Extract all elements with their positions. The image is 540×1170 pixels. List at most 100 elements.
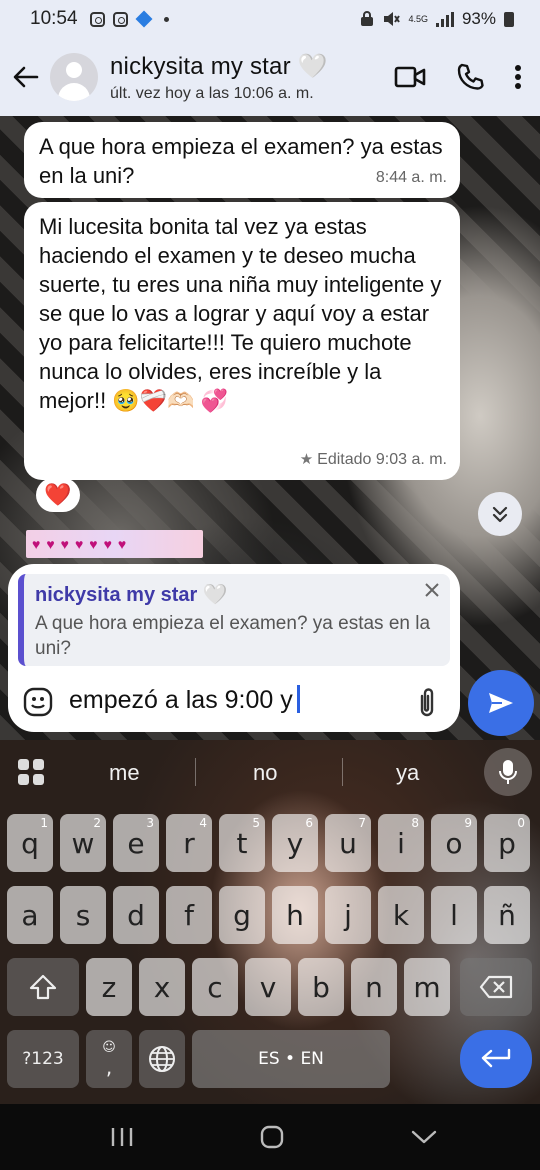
key-d[interactable]: d xyxy=(113,886,159,944)
status-bar: 10:54 4.5G 93% xyxy=(0,0,540,38)
battery-icon xyxy=(504,11,514,27)
back-arrow-icon xyxy=(13,66,39,88)
enter-arrow-icon xyxy=(481,1048,511,1068)
home-icon xyxy=(260,1125,284,1149)
double-chevron-down-icon xyxy=(492,506,508,523)
suggestion-divider xyxy=(195,758,196,786)
sticker-emoji-icon[interactable] xyxy=(22,686,54,718)
key-w[interactable]: w2 xyxy=(60,814,106,872)
recent-apps-icon xyxy=(111,1128,133,1146)
key-v[interactable]: v xyxy=(245,958,291,1016)
system-nav-bar xyxy=(0,1104,540,1170)
gem-notification-icon xyxy=(135,10,153,28)
key-y[interactable]: y6 xyxy=(272,814,318,872)
back-button[interactable] xyxy=(4,55,48,99)
key-k[interactable]: k xyxy=(378,886,424,944)
key-o[interactable]: o9 xyxy=(431,814,477,872)
suggestion-divider xyxy=(342,758,343,786)
suggestion-1[interactable]: me xyxy=(109,760,140,786)
text-caret xyxy=(296,685,300,713)
key-c[interactable]: c xyxy=(192,958,238,1016)
key-l[interactable]: l xyxy=(431,886,477,944)
key-h[interactable]: h xyxy=(272,886,318,944)
key-s[interactable]: s xyxy=(60,886,106,944)
message-input[interactable]: empezó a las 9:00 y xyxy=(69,685,300,715)
key-t[interactable]: t5 xyxy=(219,814,265,872)
keyboard-menu-grid-icon[interactable] xyxy=(17,758,45,786)
enter-key[interactable] xyxy=(460,1030,532,1088)
reply-preview[interactable]: nickysita my star 🤍 A que hora empieza e… xyxy=(18,574,450,666)
sticker-message-preview[interactable]: ♥ ♥ ♥ ♥ ♥ ♥ ♥ xyxy=(26,530,203,558)
chat-area[interactable]: A que hora empieza el examen? ya estas e… xyxy=(0,116,540,740)
suggestion-3[interactable]: ya xyxy=(396,760,419,786)
instagram-icon xyxy=(89,11,105,27)
key-x[interactable]: x xyxy=(139,958,185,1016)
recent-apps-button[interactable] xyxy=(107,1122,137,1152)
key-u[interactable]: u7 xyxy=(325,814,371,872)
key-g[interactable]: g xyxy=(219,886,265,944)
paperclip-icon[interactable] xyxy=(414,686,440,720)
key-r[interactable]: r4 xyxy=(166,814,212,872)
close-reply-icon[interactable] xyxy=(422,580,442,600)
message-reaction[interactable]: ❤️ xyxy=(36,478,80,512)
comma-label: , xyxy=(105,1054,113,1079)
key-q[interactable]: q1 xyxy=(7,814,53,872)
key-i[interactable]: i8 xyxy=(378,814,424,872)
heart-reaction: ❤️ xyxy=(44,482,72,507)
message-bubble[interactable]: Mi lucesita bonita tal vez ya estas haci… xyxy=(24,202,460,480)
backspace-key[interactable] xyxy=(460,958,532,1016)
send-button[interactable] xyxy=(468,670,534,736)
reply-author: nickysita my star 🤍 xyxy=(35,584,228,606)
star-icon: ★ xyxy=(299,451,314,468)
key-p[interactable]: p0 xyxy=(484,814,530,872)
shift-icon xyxy=(29,974,57,1000)
contact-name: nickysita my star 🤍 xyxy=(110,52,328,80)
key-m[interactable]: m xyxy=(404,958,450,1016)
instagram-icon-2 xyxy=(112,11,128,27)
heart-sticker-icon: ♥ xyxy=(89,536,98,552)
chat-header: nickysita my star 🤍 últ. vez hoy a las 1… xyxy=(0,38,540,116)
heart-sticker-icon: ♥ xyxy=(74,536,84,552)
key-n[interactable]: n xyxy=(351,958,397,1016)
message-input-value: empezó a las 9:00 y xyxy=(69,686,293,714)
voice-input-button[interactable] xyxy=(484,748,532,796)
last-seen-status: últ. vez hoy a las 10:06 a. m. xyxy=(110,84,314,102)
message-edited-time: ★ Editado 9:03 a. m. xyxy=(299,451,447,468)
home-button[interactable] xyxy=(257,1122,287,1152)
key-j[interactable]: j xyxy=(325,886,371,944)
microphone-icon xyxy=(499,760,517,784)
emoji-hint-icon: ☺ xyxy=(102,1039,116,1055)
suggestion-2[interactable]: no xyxy=(253,760,277,786)
contact-avatar[interactable] xyxy=(50,53,98,101)
more-options-icon[interactable] xyxy=(514,64,522,90)
compose-box: nickysita my star 🤍 A que hora empieza e… xyxy=(8,564,460,732)
space-key[interactable]: ES • EN xyxy=(192,1030,390,1088)
message-time: 8:44 a. m. xyxy=(375,169,447,186)
keyboard: me no ya q1 w2 e3 r4 t5 y6 u7 i8 o9 p0 a… xyxy=(0,740,540,1104)
reply-quoted-text: A que hora empieza el examen? ya estas e… xyxy=(35,613,431,659)
suggestion-bar: me no ya xyxy=(0,740,540,804)
heart-sticker-icon: ♥ xyxy=(32,536,41,552)
phone-call-icon[interactable] xyxy=(456,63,484,91)
key-b[interactable]: b xyxy=(298,958,344,1016)
language-key[interactable] xyxy=(139,1030,185,1088)
key-z[interactable]: z xyxy=(86,958,132,1016)
scroll-down-button[interactable] xyxy=(478,492,522,536)
key-f[interactable]: f xyxy=(166,886,212,944)
contact-info[interactable]: nickysita my star 🤍 últ. vez hoy a las 1… xyxy=(110,52,328,103)
key-a[interactable]: a xyxy=(7,886,53,944)
shift-key[interactable] xyxy=(7,958,79,1016)
key-n-tilde[interactable]: ñ xyxy=(484,886,530,944)
chevron-down-icon xyxy=(411,1130,437,1144)
symbols-key[interactable]: ?123 xyxy=(7,1030,79,1088)
battery-percent: 93% xyxy=(461,9,496,28)
key-e[interactable]: e3 xyxy=(113,814,159,872)
globe-icon xyxy=(149,1046,175,1072)
comma-key[interactable]: ☺ , xyxy=(86,1030,132,1088)
video-call-icon[interactable] xyxy=(394,65,426,89)
signal-icon xyxy=(435,11,454,27)
message-bubble[interactable]: A que hora empieza el examen? ya estas e… xyxy=(24,122,460,198)
more-notifications-icon xyxy=(163,16,169,22)
heart-sticker-icon: ♥ xyxy=(117,536,127,552)
back-nav-button[interactable] xyxy=(409,1122,439,1152)
